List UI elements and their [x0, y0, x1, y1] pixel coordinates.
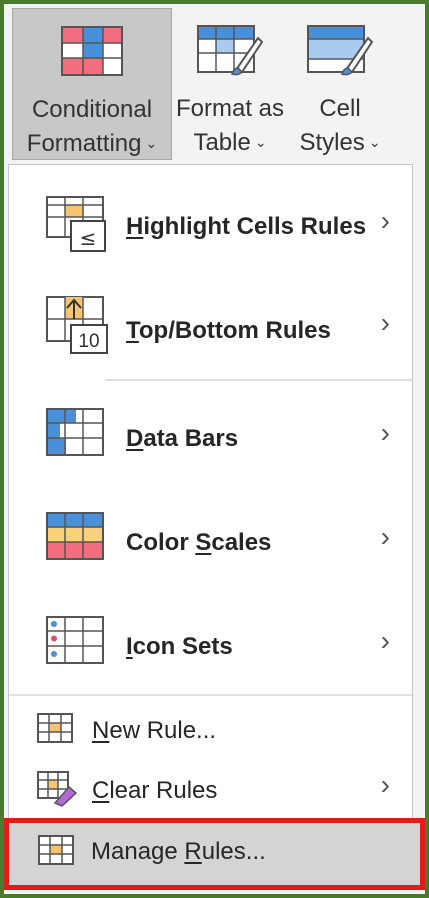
- chevron-down-icon: ⌄: [368, 134, 381, 150]
- menu-separator: [105, 379, 412, 381]
- cell-styles-label-2: Styles: [299, 129, 365, 156]
- manage-rules-label: Manage Rules...: [91, 838, 266, 865]
- ribbon-styles-group: Conditional Formatting ⌄ Format as Table ⌄: [4, 4, 425, 164]
- chevron-right-icon: ›: [380, 205, 390, 236]
- format-as-table-label-1: Format as: [175, 95, 285, 122]
- chevron-right-icon: ›: [380, 417, 390, 448]
- chevron-down-icon: ⌄: [254, 134, 267, 150]
- chevron-right-icon: ›: [380, 625, 390, 656]
- menu-item-color-scales[interactable]: Color Scales ›: [9, 501, 412, 585]
- color-scales-label: Color Scales: [126, 529, 272, 556]
- top-bottom-number: 10: [78, 331, 99, 352]
- format-as-table-icon: [197, 25, 264, 76]
- chevron-down-icon: ⌄: [145, 135, 158, 151]
- top-bottom-icon: 10: [46, 296, 108, 354]
- cell-styles-icon: [307, 25, 374, 76]
- top-bottom-rules-label: Top/Bottom Rules: [126, 317, 331, 344]
- highlight-cells-icon: ≤: [46, 196, 106, 252]
- icon-sets-label: Icon Sets: [126, 633, 233, 660]
- less-equal-symbol: ≤: [80, 226, 97, 250]
- chevron-right-icon: ›: [380, 521, 390, 552]
- menu-item-clear-rules[interactable]: Clear Rules ›: [9, 761, 412, 817]
- color-scales-icon: [46, 512, 104, 560]
- data-bars-icon: [46, 408, 104, 456]
- menu-item-new-rule[interactable]: New Rule...: [9, 701, 412, 757]
- conditional-formatting-icon: [61, 26, 123, 76]
- new-rule-label: New Rule...: [92, 717, 217, 744]
- highlight-cells-rules-label: Highlight Cells Rules: [126, 213, 367, 240]
- conditional-formatting-label-2: Formatting: [26, 130, 142, 157]
- cell-styles-label-1: Cell: [319, 95, 361, 122]
- menu-item-highlight-cells-rules[interactable]: ≤ Highlight Cells Rules ›: [9, 185, 412, 269]
- menu-separator: [9, 694, 412, 696]
- format-as-table-label-2: Table: [193, 129, 251, 156]
- icon-sets-icon: [46, 616, 104, 664]
- conditional-formatting-button[interactable]: Conditional Formatting ⌄: [12, 8, 172, 160]
- conditional-formatting-label-1: Conditional: [31, 96, 153, 123]
- clear-rules-icon: [37, 771, 77, 807]
- cell-styles-button[interactable]: Cell Styles ⌄: [290, 8, 390, 160]
- chevron-right-icon: ›: [380, 307, 390, 338]
- menu-item-manage-rules[interactable]: Manage Rules...: [4, 818, 425, 890]
- menu-item-data-bars[interactable]: Data Bars ›: [9, 397, 412, 481]
- new-rule-icon: [37, 713, 73, 743]
- data-bars-label: Data Bars: [126, 425, 239, 452]
- conditional-formatting-menu: ≤ Highlight Cells Rules › 10 Top/Bottom …: [8, 164, 413, 882]
- manage-rules-icon: [38, 835, 74, 865]
- format-as-table-button[interactable]: Format as Table ⌄: [170, 8, 290, 160]
- clear-rules-label: Clear Rules: [92, 777, 218, 804]
- chevron-right-icon: ›: [380, 769, 390, 800]
- menu-item-icon-sets[interactable]: Icon Sets ›: [9, 605, 412, 689]
- menu-item-top-bottom-rules[interactable]: 10 Top/Bottom Rules ›: [9, 285, 412, 375]
